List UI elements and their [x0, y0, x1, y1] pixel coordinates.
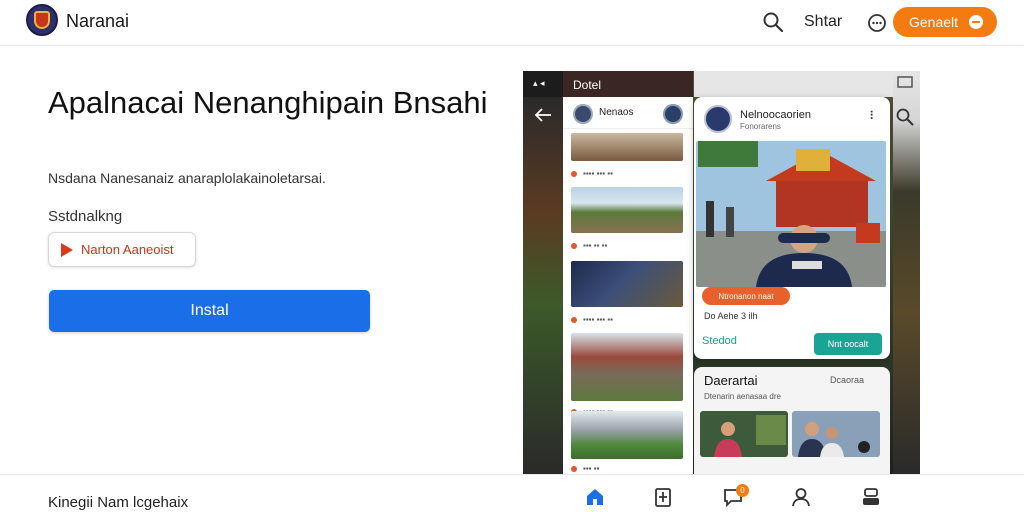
feed-thumbnail[interactable] [571, 133, 683, 161]
source-section-label: Sstdnalkng [48, 208, 123, 225]
app-preview: ▴ ◂ Dotel Nenaos ▪▪▪▪ ▪▪▪ ▪▪ ▪▪▪ ▪▪ ▪▪ ▪… [523, 71, 920, 474]
share-link[interactable]: Shtar [804, 13, 842, 31]
feed-thumbnail[interactable] [571, 333, 683, 401]
feed-thumbnail[interactable] [571, 261, 683, 307]
search-icon[interactable] [762, 11, 784, 33]
post-user-name: Nelnoocaorien [740, 109, 811, 121]
thumbnail-meta: ▪▪▪ ▪▪ [571, 464, 683, 474]
page-title: Apalnacai Nenanghipain Bnsahi [48, 85, 488, 120]
preview-feed: Dotel Nenaos ▪▪▪▪ ▪▪▪ ▪▪ ▪▪▪ ▪▪ ▪▪ ▪▪▪▪ … [563, 71, 693, 474]
preview-right-panel [893, 71, 920, 474]
source-chip-label: Narton Aaneoist [81, 242, 174, 257]
status-bar [694, 71, 920, 97]
brand-name[interactable]: Naranai [66, 11, 129, 32]
section-subtitle: Dtenarin aenasaa dre [704, 392, 781, 401]
post-photo-art [696, 141, 886, 287]
source-chip[interactable]: Narton Aaneoist [48, 232, 196, 267]
more-options-icon[interactable]: ⠇ [869, 109, 878, 123]
thumbnail-meta: ▪▪▪ ▪▪ ▪▪ [571, 241, 683, 251]
avatar [704, 105, 732, 133]
post-card[interactable]: Nelnoocaorien Fonorarens ⠇ Ntronanon naa… [694, 97, 890, 359]
profile-icon[interactable] [790, 486, 812, 508]
minus-circle-icon [969, 15, 983, 29]
battery-icon [897, 76, 913, 88]
post-photo[interactable] [696, 141, 886, 287]
thumbnail-meta: ▪▪▪▪ ▪▪▪ ▪▪ [571, 169, 683, 179]
feed-thumbnail[interactable] [571, 411, 683, 459]
feed-user-row[interactable]: Nenaos [563, 97, 693, 129]
feed-header: Dotel [563, 71, 693, 97]
post-action-link[interactable]: Stedod [702, 335, 737, 347]
page-subtitle: Nsdana Nanesanaiz anaraplolakainoletarsa… [48, 170, 326, 186]
get-app-label: Genaelt [909, 14, 959, 30]
play-icon [61, 243, 73, 257]
home-icon[interactable] [584, 486, 606, 508]
chat-icon[interactable] [866, 12, 888, 34]
post-user-subtitle: Fonorarens [740, 122, 781, 131]
section-photo[interactable] [700, 411, 788, 457]
feed-thumbnail[interactable] [571, 187, 683, 233]
notification-badge: 0 [736, 484, 749, 497]
footer-text: Kinegii Nam lcgehaix [48, 494, 189, 511]
search-icon[interactable] [895, 107, 915, 127]
section-meta: Dcaoraa [830, 375, 865, 385]
avatar [663, 104, 683, 124]
post-action-button[interactable]: Nnt oocalt [814, 333, 882, 355]
post-tag[interactable]: Ntronanon naat [702, 287, 790, 305]
bookmark-icon[interactable] [652, 486, 674, 508]
section-photo-art [700, 411, 788, 457]
section-card[interactable]: Daerartai Dcaoraa Dtenarin aenasaa dre [694, 367, 890, 474]
install-button[interactable]: Instal [49, 290, 370, 332]
preview-left-panel [523, 97, 563, 474]
feed-user-name: Nenaos [599, 107, 634, 118]
status-bar: ▴ ◂ [523, 71, 563, 97]
section-photo[interactable] [792, 411, 880, 457]
thumbnail-meta: ▪▪▪▪ ▪▪▪ ▪▪ [571, 315, 683, 325]
settings-icon[interactable] [860, 486, 882, 508]
post-meta-row: Do Aehe 3 ilh [704, 311, 758, 321]
section-photo-art [792, 411, 880, 457]
section-title: Daerartai [704, 373, 758, 388]
avatar [573, 104, 593, 124]
back-arrow-icon[interactable] [533, 107, 553, 123]
app-logo[interactable] [26, 4, 58, 36]
get-app-button[interactable]: Genaelt [893, 7, 997, 37]
